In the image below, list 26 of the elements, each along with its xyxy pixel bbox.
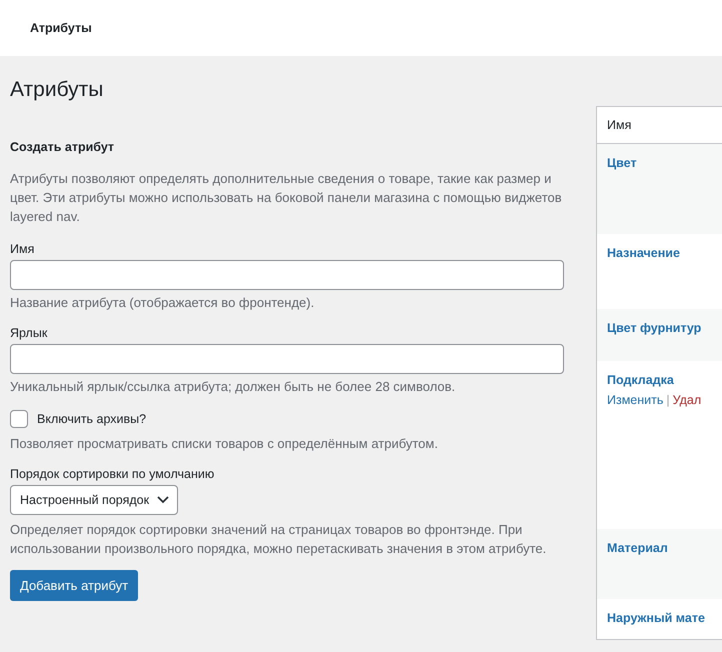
- attribute-name-link[interactable]: Наружный мате: [607, 611, 705, 625]
- help-text: Название атрибута (отображается во фронтенде).: [10, 294, 316, 312]
- chevron-down-icon: [157, 496, 170, 504]
- attribute-name-link[interactable]: Подкладка: [607, 373, 674, 387]
- checkbox[interactable]: [10, 410, 28, 428]
- help-text: Определяет порядок сортировки значений на страницах товаров во фронтэнде. При использовании произвольного порядка, можно перетаскивать значения в этом атрибуте.: [10, 521, 548, 558]
- header-title: Атрибуты: [30, 21, 92, 35]
- sort-order-dropdown[interactable]: Настроенный порядок: [10, 485, 178, 515]
- delete-link[interactable]: Удал: [672, 393, 702, 407]
- attribute-name-link[interactable]: Материал: [607, 541, 668, 555]
- input-field[interactable]: [10, 344, 564, 374]
- intro-text: Атрибуты позволяют определять дополнительные сведения о товаре, такие как размер и цвет. Эти атрибуты можно использовать на боковой панели магазина с помощью виджетов layered nav.: [10, 170, 563, 226]
- field-label: Имя: [10, 242, 36, 256]
- separator: |: [666, 393, 670, 407]
- field-label: Порядок сортировки по умолчанию: [10, 467, 216, 481]
- page-title: Атрибуты: [10, 78, 104, 102]
- attribute-name-link[interactable]: Назначение: [607, 246, 680, 260]
- checkbox-label: Включить архивы?: [37, 412, 146, 426]
- attribute-name-link[interactable]: Цвет: [607, 156, 637, 170]
- field-label: Ярлык: [10, 326, 48, 340]
- input-field[interactable]: [10, 260, 564, 290]
- edit-link[interactable]: Изменить: [607, 393, 664, 407]
- form-heading: Создать атрибут: [10, 140, 116, 154]
- help-text: Уникальный ярлык/ссылка атрибута; должен быть не более 28 символов.: [10, 378, 456, 396]
- add-attribute-button[interactable]: Добавить атрибут: [10, 570, 138, 601]
- help-text: Позволяет просматривать списки товаров с определённым атрибутом.: [10, 435, 439, 453]
